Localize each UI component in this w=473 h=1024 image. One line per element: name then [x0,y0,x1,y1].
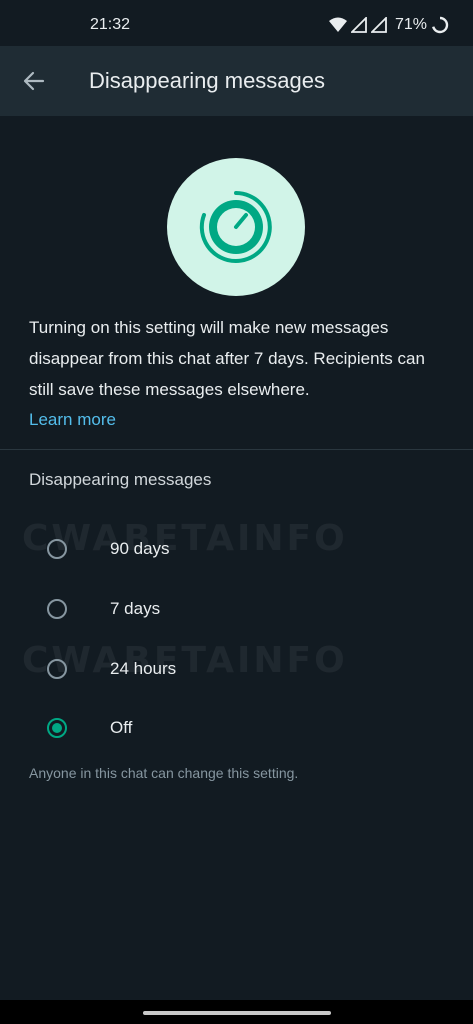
battery-ring-icon [431,16,449,34]
divider [0,449,473,450]
option-label: 24 hours [110,659,177,678]
wifi-icon [328,17,347,32]
section-label: Disappearing messages [29,470,212,489]
status-time: 21:32 [90,16,131,33]
option-label: 7 days [110,599,161,618]
option-24-hours[interactable]: 24 hours [0,641,473,701]
footnote-text: Anyone in this chat can change this sett… [29,765,299,781]
back-button[interactable] [12,59,56,103]
status-bar: 21:32 71% [0,0,473,46]
radio-button[interactable] [47,539,67,559]
arrow-back-icon [23,71,45,91]
option-90-days[interactable]: 90 days [0,521,473,581]
radio-button-checked[interactable] [47,718,67,738]
status-icons: 71% [328,14,449,36]
home-indicator[interactable] [143,1011,331,1015]
option-off[interactable]: Off [0,700,473,760]
option-label: Off [110,718,133,737]
timer-icon [199,191,272,263]
signal-icon [350,17,367,33]
description-text: Turning on this setting will make new me… [29,318,425,399]
radio-button[interactable] [47,599,67,619]
battery-percentage: 71% [394,16,427,33]
page-title: Disappearing messages [89,68,326,93]
option-7-days[interactable]: 7 days [0,581,473,641]
navigation-bar [0,1000,473,1024]
app-bar: Disappearing messages [0,46,473,116]
option-label: 90 days [110,539,170,558]
hero-illustration [167,158,305,296]
radio-button[interactable] [47,659,67,679]
learn-more-link[interactable]: Learn more [29,404,116,435]
signal-icon [370,17,387,33]
